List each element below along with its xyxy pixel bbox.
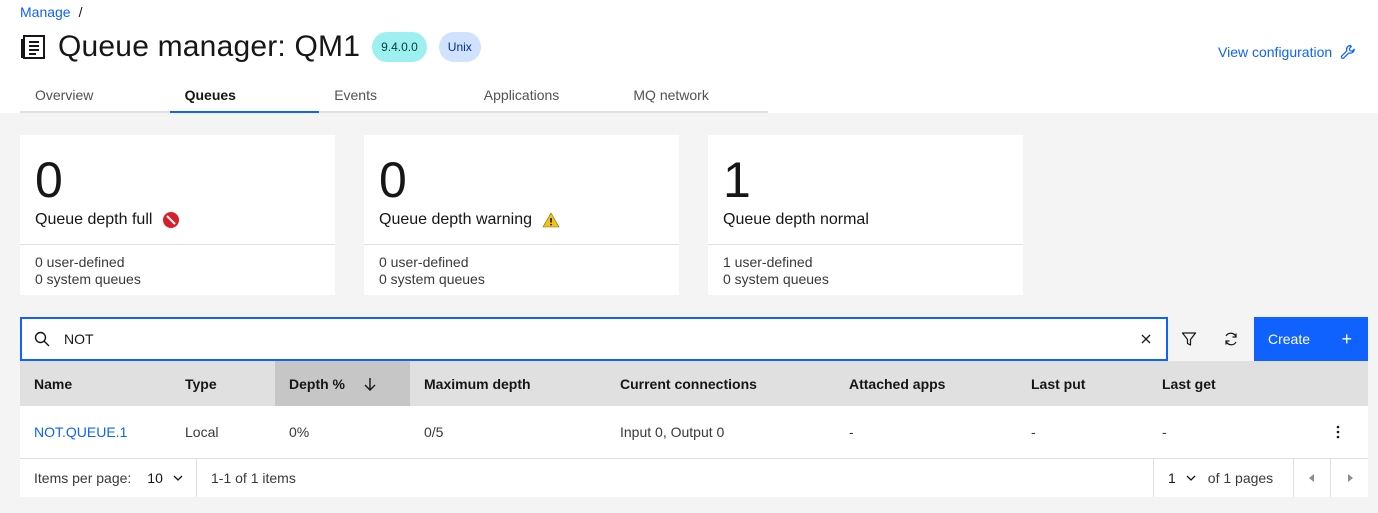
tile-divider bbox=[20, 244, 335, 245]
caret-left-icon bbox=[1309, 474, 1314, 482]
column-header-name[interactable]: Name bbox=[20, 361, 171, 406]
column-header-depth[interactable]: Depth % bbox=[275, 361, 410, 406]
items-per-page-select[interactable]: 10 bbox=[147, 470, 183, 486]
cell-max-depth: 0/5 bbox=[424, 424, 444, 440]
arrow-down-icon bbox=[364, 377, 376, 391]
column-header-last-put[interactable]: Last put bbox=[1017, 361, 1148, 406]
column-header-depth-label: Depth % bbox=[289, 375, 345, 392]
tile-label: Queue depth warning bbox=[379, 211, 560, 229]
tile-queue-depth-warning: 0 Queue depth warning 0 user-defined 0 s… bbox=[364, 135, 679, 295]
chevron-down-icon bbox=[1186, 475, 1196, 481]
tile-label-text: Queue depth full bbox=[35, 211, 153, 228]
tile-value: 1 bbox=[723, 152, 751, 208]
items-per-page: Items per page: 10 bbox=[20, 459, 196, 497]
cell-name: NOT.QUEUE.1 bbox=[20, 406, 171, 458]
queue-manager-icon bbox=[21, 35, 45, 59]
page-title: Queue manager: QM1 bbox=[58, 30, 361, 63]
tab-mq-network[interactable]: MQ network bbox=[618, 80, 768, 111]
cell-attached-apps: - bbox=[849, 424, 854, 440]
create-button-label: Create bbox=[1268, 331, 1311, 347]
pagination: Items per page: 10 1-1 of 1 items 1 of 1… bbox=[20, 459, 1368, 497]
cell-last-get: - bbox=[1162, 424, 1167, 440]
caret-right-icon bbox=[1347, 474, 1353, 482]
items-per-page-value: 10 bbox=[147, 470, 163, 486]
column-header-max-depth[interactable]: Maximum depth bbox=[410, 361, 606, 406]
next-page-button[interactable] bbox=[1330, 459, 1368, 497]
tile-queue-depth-normal: 1 Queue depth normal 1 user-defined 0 sy… bbox=[708, 135, 1023, 295]
chevron-down-icon bbox=[173, 475, 183, 481]
tile-value: 0 bbox=[379, 152, 407, 208]
tile-queue-depth-full: 0 Queue depth full 0 user-defined 0 syst… bbox=[20, 135, 335, 295]
view-configuration-label: View configuration bbox=[1218, 44, 1333, 60]
tile-user-defined: 0 user-defined bbox=[35, 254, 125, 270]
filter-icon bbox=[1181, 332, 1197, 346]
search-input[interactable] bbox=[64, 319, 1114, 359]
tile-user-defined: 0 user-defined bbox=[379, 254, 469, 270]
page-select[interactable]: 1 bbox=[1168, 470, 1196, 486]
tile-label: Queue depth normal bbox=[723, 211, 869, 229]
tile-system-queues: 0 system queues bbox=[723, 271, 829, 287]
queues-panel: 0 Queue depth full 0 user-defined 0 syst… bbox=[0, 113, 1378, 513]
tile-value: 0 bbox=[35, 152, 63, 208]
breadcrumb-manage-link[interactable]: Manage bbox=[20, 4, 71, 20]
page-header: Queue manager: QM1 9.4.0.0 Unix bbox=[20, 30, 481, 64]
tile-label-text: Queue depth warning bbox=[379, 211, 532, 228]
tab-applications[interactable]: Applications bbox=[469, 80, 619, 111]
queue-name-link[interactable]: NOT.QUEUE.1 bbox=[34, 424, 127, 440]
breadcrumb-separator: / bbox=[78, 4, 83, 20]
tile-divider bbox=[364, 244, 679, 245]
previous-page-button[interactable] bbox=[1293, 459, 1330, 497]
close-icon[interactable] bbox=[1138, 331, 1154, 347]
warning-icon bbox=[542, 212, 560, 228]
cell-connections: Input 0, Output 0 bbox=[620, 424, 725, 440]
tile-system-queues: 0 system queues bbox=[35, 271, 141, 287]
table-row: NOT.QUEUE.1 Local 0% 0/5 Input 0, Output… bbox=[20, 406, 1368, 459]
refresh-button[interactable] bbox=[1210, 317, 1252, 361]
cell-depth: 0% bbox=[289, 424, 310, 440]
search-box bbox=[20, 317, 1168, 361]
column-header-last-get[interactable]: Last get bbox=[1148, 361, 1368, 406]
tab-overview[interactable]: Overview bbox=[20, 80, 170, 111]
items-per-page-label: Items per page: bbox=[34, 470, 132, 486]
item-range: 1-1 of 1 items bbox=[196, 459, 1153, 497]
row-overflow-menu[interactable] bbox=[1308, 406, 1368, 458]
total-pages: of 1 pages bbox=[1207, 470, 1274, 486]
filter-button[interactable] bbox=[1168, 317, 1210, 361]
create-button[interactable]: Create + bbox=[1254, 317, 1368, 361]
view-configuration-link[interactable]: View configuration bbox=[1218, 44, 1356, 60]
page-selector: 1 of 1 pages bbox=[1153, 459, 1293, 497]
cell-last-put: - bbox=[1031, 424, 1036, 440]
tile-label: Queue depth full bbox=[35, 211, 180, 229]
tile-system-queues: 0 system queues bbox=[379, 271, 485, 287]
tile-divider bbox=[708, 244, 1023, 245]
cell-type: Local bbox=[185, 424, 219, 440]
column-header-type[interactable]: Type bbox=[171, 361, 275, 406]
tile-label-text: Queue depth normal bbox=[723, 211, 869, 228]
add-icon: + bbox=[1341, 328, 1352, 349]
column-header-connections[interactable]: Current connections bbox=[606, 361, 835, 406]
platform-tag: Unix bbox=[438, 32, 481, 62]
search-icon bbox=[34, 331, 50, 347]
breadcrumb: Manage / bbox=[20, 4, 82, 20]
wrench-icon bbox=[1340, 44, 1355, 59]
queues-table: Name Type Depth % Maximum depth Current … bbox=[20, 361, 1368, 459]
overflow-menu-icon bbox=[1336, 425, 1340, 439]
tab-events[interactable]: Events bbox=[319, 80, 469, 111]
tab-list: Overview Queues Events Applications MQ n… bbox=[20, 80, 768, 113]
page-value: 1 bbox=[1168, 470, 1176, 486]
column-header-attached-apps[interactable]: Attached apps bbox=[835, 361, 1017, 406]
tile-user-defined: 1 user-defined bbox=[723, 254, 813, 270]
error-icon bbox=[163, 212, 180, 228]
tab-queues[interactable]: Queues bbox=[169, 80, 320, 113]
refresh-icon bbox=[1225, 332, 1237, 346]
table-header: Name Type Depth % Maximum depth Current … bbox=[20, 361, 1368, 406]
version-tag: 9.4.0.0 bbox=[372, 32, 427, 62]
